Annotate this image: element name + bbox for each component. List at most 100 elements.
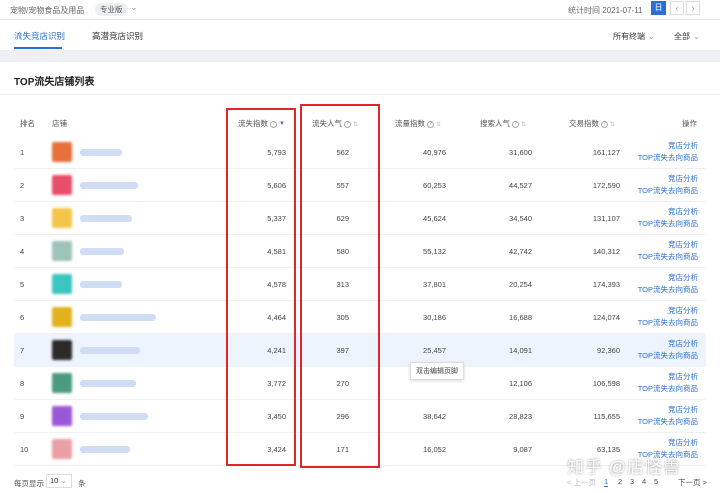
- lost-index-cell: 5,606: [267, 181, 286, 190]
- header-lost-index[interactable]: 流失指数? ▼: [238, 118, 285, 129]
- sort-icon[interactable]: ⇅: [436, 122, 441, 128]
- top-lost-goods-link[interactable]: TOP流失去向商品: [638, 251, 698, 263]
- shop-thumbnail[interactable]: [52, 274, 72, 294]
- shop-name-blurred[interactable]: [80, 314, 156, 321]
- sort-icon[interactable]: ⇅: [521, 122, 526, 128]
- top-lost-goods-link[interactable]: TOP流失去向商品: [638, 284, 698, 296]
- category-selector[interactable]: 宠物/宠物食品及用品: [10, 5, 84, 16]
- shop-thumbnail[interactable]: [52, 307, 72, 327]
- lost-popularity-cell: 629: [336, 214, 349, 223]
- shop-name-blurred[interactable]: [80, 182, 138, 189]
- shop-analysis-link[interactable]: 竞店分析: [638, 206, 698, 218]
- help-icon[interactable]: ?: [601, 120, 608, 128]
- top-lost-goods-link[interactable]: TOP流失去向商品: [638, 317, 698, 329]
- shop-analysis-link[interactable]: 竞店分析: [638, 404, 698, 416]
- divider: [0, 94, 720, 95]
- per-page-unit: 条: [78, 479, 86, 488]
- page-1[interactable]: 1: [604, 477, 609, 487]
- lost-shop-panel: TOP流失店铺列表 排名 店铺 流失指数? ▼ 流失人气? ⇅ 流量指数? ⇅ 搜索人…: [0, 62, 720, 493]
- header-search-popularity[interactable]: 搜索人气? ⇅: [480, 118, 526, 129]
- day-button[interactable]: 日: [651, 1, 666, 15]
- shop-analysis-link[interactable]: 竞店分析: [638, 272, 698, 284]
- row-actions: 竞店分析 TOP流失去向商品: [638, 173, 698, 197]
- top-lost-goods-link[interactable]: TOP流失去向商品: [638, 185, 698, 197]
- trade-index-cell: 172,590: [592, 181, 620, 190]
- next-page-button[interactable]: 下一页 >: [678, 477, 707, 488]
- page-4[interactable]: 4: [642, 477, 646, 486]
- header-rank: 排名: [20, 119, 35, 128]
- search-popularity-cell: 12,106: [509, 379, 532, 388]
- sort-icon[interactable]: ⇅: [353, 122, 358, 128]
- page-3[interactable]: 3: [630, 477, 634, 486]
- shop-name-blurred[interactable]: [80, 347, 140, 354]
- top-lost-goods-link[interactable]: TOP流失去向商品: [638, 383, 698, 395]
- shop-thumbnail[interactable]: [52, 142, 72, 162]
- traffic-index-cell: 25,457: [423, 346, 446, 355]
- lost-index-cell: 4,581: [267, 247, 286, 256]
- shop-name-blurred[interactable]: [80, 413, 148, 420]
- rank-cell: 2: [20, 181, 25, 190]
- shop-analysis-link[interactable]: 竞店分析: [638, 239, 698, 251]
- scope-filter[interactable]: 全部 ⌄: [674, 31, 700, 42]
- shop-name-blurred[interactable]: [80, 215, 132, 222]
- help-icon[interactable]: ?: [427, 120, 434, 128]
- chevron-down-icon[interactable]: ⌄: [130, 2, 138, 13]
- traffic-index-cell: 55,132: [423, 247, 446, 256]
- prev-date-button[interactable]: ‹: [670, 1, 684, 15]
- shop-name-blurred[interactable]: [80, 149, 122, 156]
- traffic-index-cell: 30,186: [423, 313, 446, 322]
- sort-icon[interactable]: ⇅: [610, 122, 615, 128]
- help-icon[interactable]: ?: [344, 120, 351, 128]
- terminal-filter[interactable]: 所有终端 ⌄: [613, 31, 655, 42]
- top-lost-goods-link[interactable]: TOP流失去向商品: [638, 416, 698, 428]
- shop-name-blurred[interactable]: [80, 380, 136, 387]
- shop-analysis-link[interactable]: 竞店分析: [638, 437, 698, 449]
- help-icon[interactable]: ?: [512, 120, 519, 128]
- row-actions: 竞店分析 TOP流失去向商品: [638, 404, 698, 428]
- table-row: 4 4,581 580 55,132 42,742 140,312 竞店分析 TOP流失去向商…: [14, 235, 706, 268]
- shop-name-blurred[interactable]: [80, 281, 122, 288]
- row-actions: 竞店分析 TOP流失去向商品: [638, 140, 698, 164]
- lost-popularity-cell: 557: [336, 181, 349, 190]
- page-2[interactable]: 2: [618, 477, 622, 486]
- shop-analysis-link[interactable]: 竞店分析: [638, 371, 698, 383]
- table-row: 2 5,606 557 60,253 44,527 172,590 竞店分析 TOP流失去向商…: [14, 169, 706, 202]
- trade-index-cell: 106,598: [592, 379, 620, 388]
- page-size-select[interactable]: 10 ⌄: [46, 474, 72, 488]
- header-traffic-index[interactable]: 流量指数? ⇅: [395, 118, 441, 129]
- shop-name-blurred[interactable]: [80, 248, 124, 255]
- traffic-index-cell: 40,976: [423, 148, 446, 157]
- shop-name-blurred[interactable]: [80, 446, 130, 453]
- top-lost-goods-link[interactable]: TOP流失去向商品: [638, 350, 698, 362]
- tooltip: 双击编辑页脚: [410, 362, 464, 380]
- header-lost-popularity[interactable]: 流失人气? ⇅: [312, 118, 358, 129]
- shop-analysis-link[interactable]: 竞店分析: [638, 305, 698, 317]
- shop-thumbnail[interactable]: [52, 439, 72, 459]
- top-lost-goods-link[interactable]: TOP流失去向商品: [638, 218, 698, 230]
- search-popularity-cell: 9,087: [513, 445, 532, 454]
- shop-thumbnail[interactable]: [52, 241, 72, 261]
- shop-thumbnail[interactable]: [52, 406, 72, 426]
- shop-thumbnail[interactable]: [52, 175, 72, 195]
- next-date-button[interactable]: ›: [686, 1, 700, 15]
- header-lost-index-label: 流失指数: [238, 119, 268, 128]
- shop-thumbnail[interactable]: [52, 208, 72, 228]
- trade-index-cell: 161,127: [592, 148, 620, 157]
- shop-analysis-link[interactable]: 竞店分析: [638, 338, 698, 350]
- shop-thumbnail[interactable]: [52, 340, 72, 360]
- prev-page-button[interactable]: < 上一页: [567, 477, 596, 488]
- top-lost-goods-link[interactable]: TOP流失去向商品: [638, 152, 698, 164]
- trade-index-cell: 92,360: [597, 346, 620, 355]
- tab-potential-shop[interactable]: 高潜竞店识别: [92, 30, 143, 42]
- search-popularity-cell: 34,540: [509, 214, 532, 223]
- page-5[interactable]: 5: [654, 477, 658, 486]
- header-trade-index[interactable]: 交易指数? ⇅: [569, 118, 615, 129]
- shop-analysis-link[interactable]: 竞店分析: [638, 140, 698, 152]
- shop-thumbnail[interactable]: [52, 373, 72, 393]
- tab-lost-shop[interactable]: 流失竞店识别: [14, 30, 65, 42]
- row-actions: 竞店分析 TOP流失去向商品: [638, 305, 698, 329]
- table-row: 1 5,793 562 40,976 31,600 161,127 竞店分析 TOP流失去向商…: [14, 136, 706, 169]
- sort-icon[interactable]: ▼: [279, 121, 285, 127]
- help-icon[interactable]: ?: [270, 120, 277, 128]
- shop-analysis-link[interactable]: 竞店分析: [638, 173, 698, 185]
